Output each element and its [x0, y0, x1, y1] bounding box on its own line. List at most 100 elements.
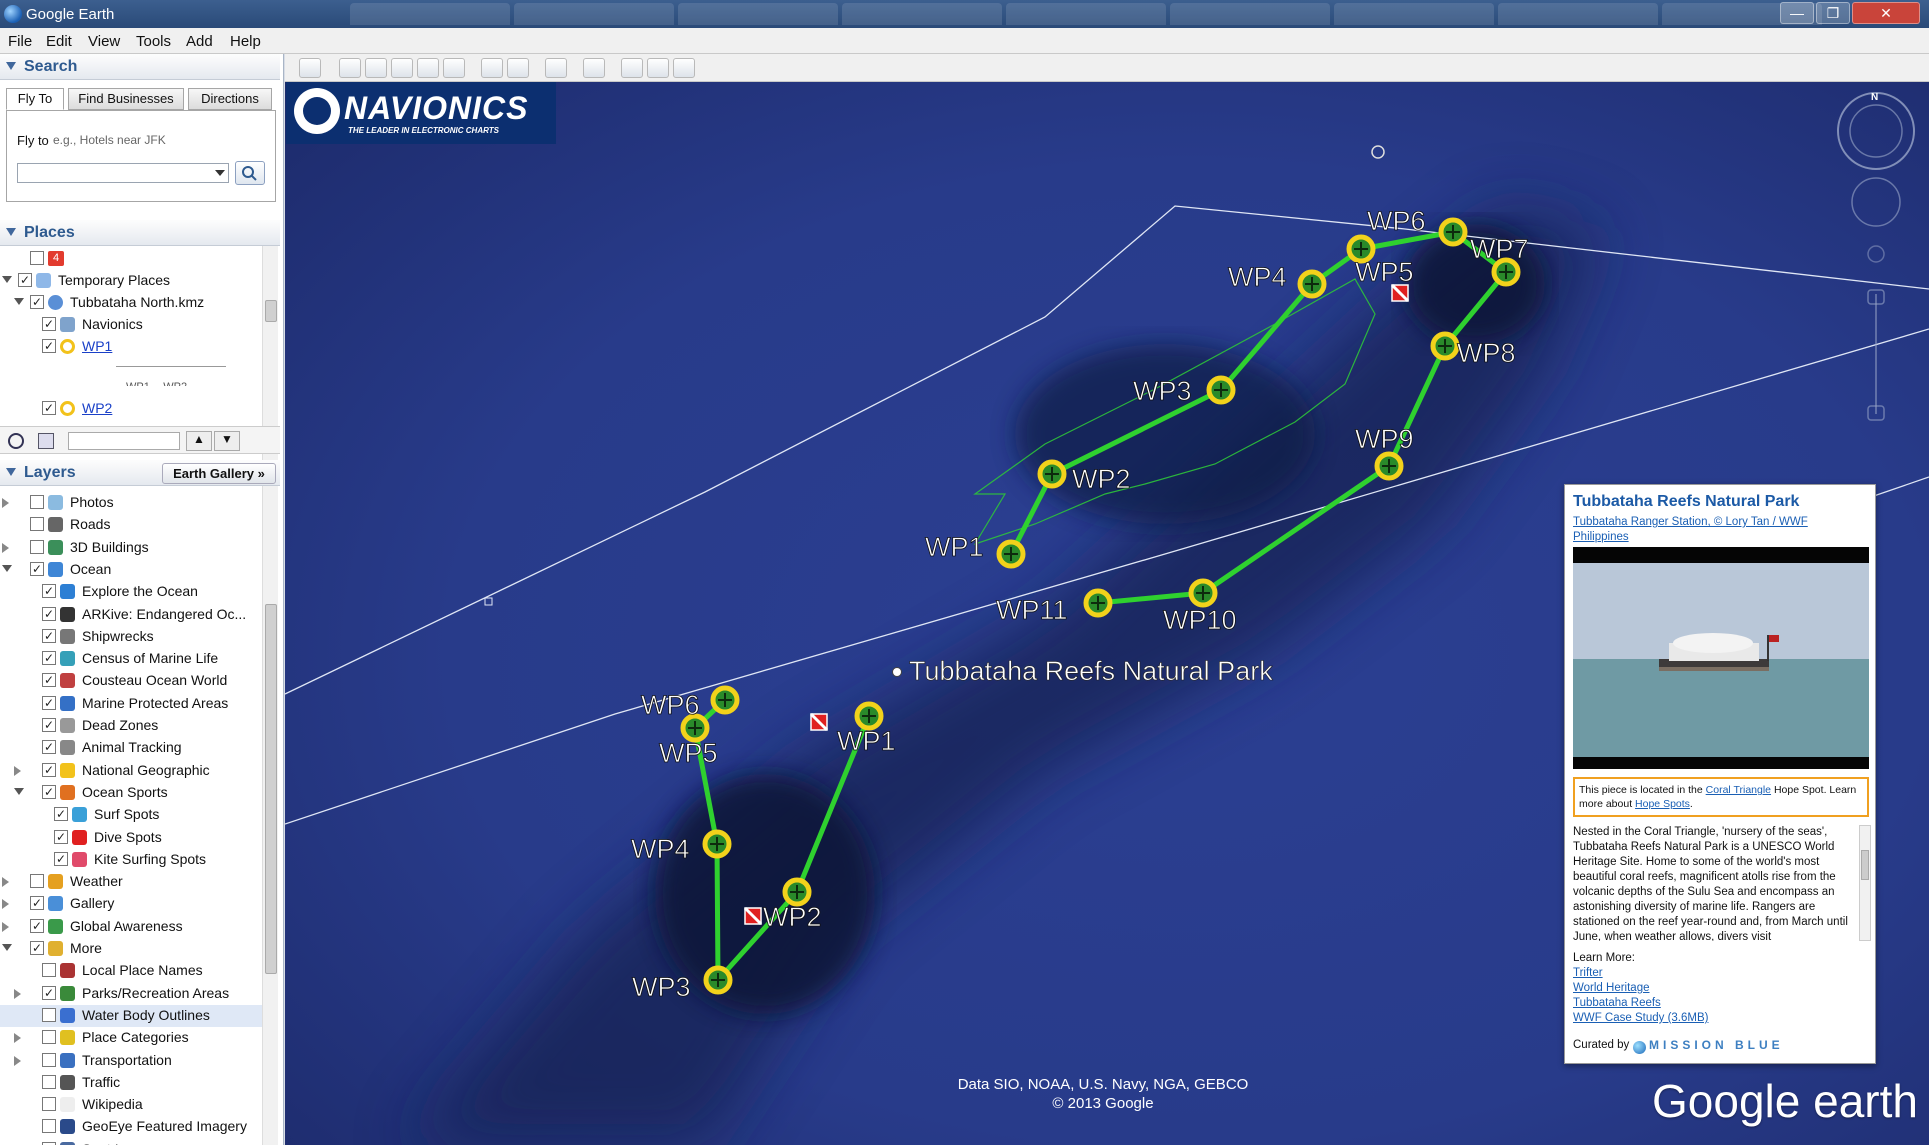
panel-toggle-icon[interactable] [38, 433, 54, 449]
layer-photos[interactable]: Photos [0, 492, 262, 514]
record-tour-icon[interactable] [443, 58, 465, 78]
waypoint-label[interactable]: WP4 [1228, 262, 1287, 293]
scroll-thumb[interactable] [265, 300, 277, 322]
layer-marine-protected-areas[interactable]: ✓ Marine Protected Areas [0, 693, 262, 715]
move-up-button[interactable]: ▲ [186, 431, 212, 451]
description-scrollbar[interactable] [1859, 825, 1871, 941]
checkbox[interactable]: ✓ [30, 295, 44, 309]
layer-wikipedia[interactable]: Wikipedia [0, 1094, 262, 1116]
scroll-thumb[interactable] [1861, 850, 1869, 880]
layer-cousteau-ocean-world[interactable]: ✓ Cousteau Ocean World [0, 670, 262, 692]
layer-place-categories[interactable]: Place Categories [0, 1027, 262, 1049]
layers-scrollbar[interactable] [262, 486, 278, 1145]
places-header[interactable]: Places [0, 220, 280, 246]
fly-to-input[interactable] [17, 163, 229, 183]
tree-row-wp1[interactable]: ✓ WP1 [0, 336, 262, 358]
photo-credit-link[interactable]: Tubbataha Ranger Station, © Lory Tan / W… [1573, 515, 1833, 545]
waypoint-label[interactable]: WP6 [641, 690, 700, 721]
waypoint-label[interactable]: WP2 [1072, 464, 1131, 495]
waypoint-label[interactable]: WP3 [1133, 376, 1192, 407]
waypoint-label[interactable]: WP8 [1457, 338, 1516, 369]
layer-shipwrecks[interactable]: ✓ Shipwrecks [0, 626, 262, 648]
dropdown-arrow-icon[interactable] [215, 170, 225, 176]
layer-water-body-outlines[interactable]: Water Body Outlines [0, 1004, 262, 1027]
tab-directions[interactable]: Directions [188, 88, 272, 110]
menu-add[interactable]: Add [186, 33, 213, 50]
waypoint-label[interactable]: WP4 [631, 834, 690, 865]
layer-ocean-sports[interactable]: ✓ Ocean Sports [0, 782, 262, 804]
layer-checkbox[interactable]: ✓ [42, 628, 56, 643]
tree-row-wp2[interactable]: ✓ WP2 [0, 398, 262, 420]
layer-roads[interactable]: Roads [0, 514, 262, 536]
layer-surf-spots[interactable]: ✓ Surf Spots [0, 804, 262, 826]
layer-spot-image[interactable]: Spot Image [0, 1139, 262, 1145]
layer-checkbox[interactable]: ✓ [54, 829, 68, 844]
minimize-button[interactable]: — [1780, 2, 1814, 24]
north-waypoint-3[interactable]: WP3 [1133, 375, 1236, 407]
layer-3d-buildings[interactable]: 3D Buildings [0, 537, 262, 559]
expand-triangle-icon[interactable] [14, 765, 21, 776]
expand-triangle-icon[interactable] [14, 298, 24, 305]
search-button[interactable] [235, 161, 265, 185]
close-button[interactable]: ✕ [1852, 2, 1920, 24]
park-placemark-icon[interactable] [892, 667, 902, 677]
expand-triangle-icon[interactable] [14, 1055, 21, 1066]
hope-spots-link[interactable]: Hope Spots [1635, 798, 1690, 810]
menu-file[interactable]: File [8, 33, 32, 50]
layer-gallery[interactable]: ✓ Gallery [0, 893, 262, 915]
tab-fly-to[interactable]: Fly To [6, 88, 64, 110]
layer-checkbox[interactable]: ✓ [42, 673, 56, 688]
waypoint-label[interactable]: WP6 [1367, 206, 1426, 237]
layer-arkive-endangered-oc[interactable]: ✓ ARKive: Endangered Oc... [0, 604, 262, 626]
layer-checkbox[interactable]: ✓ [42, 606, 56, 621]
waypoint-label[interactable]: WP9 [1355, 424, 1414, 455]
print-icon[interactable] [647, 58, 669, 78]
collapse-triangle-icon[interactable] [2, 564, 12, 572]
layer-checkbox[interactable] [42, 1074, 56, 1089]
layer-checkbox[interactable]: ✓ [30, 896, 44, 911]
layer-checkbox[interactable]: ✓ [30, 918, 44, 933]
search-icon[interactable] [8, 433, 24, 449]
tree-row-temporary-places[interactable]: ✓ Temporary Places [0, 270, 262, 292]
tree-row-navionics[interactable]: ✓ Navionics [0, 314, 262, 336]
expand-triangle-icon[interactable] [14, 1033, 21, 1044]
search-header[interactable]: Search [0, 54, 280, 80]
waypoint-label[interactable]: WP5 [1355, 257, 1414, 288]
layer-transportation[interactable]: Transportation [0, 1050, 262, 1072]
waypoint-label[interactable]: WP1 [925, 532, 984, 563]
placemark-link[interactable]: WP1 [82, 338, 112, 354]
layer-parks-recreation-areas[interactable]: ✓ Parks/Recreation Areas [0, 983, 262, 1005]
layer-checkbox[interactable] [42, 1052, 56, 1067]
checkbox[interactable]: ✓ [18, 273, 32, 287]
layer-checkbox[interactable] [30, 517, 44, 532]
layer-checkbox[interactable]: ✓ [30, 561, 44, 576]
checkbox[interactable]: ✓ [42, 401, 56, 415]
park-label[interactable]: Tubbataha Reefs Natural Park [909, 656, 1274, 687]
menu-tools[interactable]: Tools [136, 33, 171, 50]
scroll-thumb[interactable] [265, 604, 277, 974]
add-polygon-icon[interactable] [365, 58, 387, 78]
learn-more-link[interactable]: WWF Case Study (3.6MB) [1573, 1011, 1708, 1026]
layer-ocean[interactable]: ✓ Ocean [0, 559, 262, 581]
ruler-icon[interactable] [583, 58, 605, 78]
layer-checkbox[interactable] [30, 495, 44, 509]
layer-animal-tracking[interactable]: ✓ Animal Tracking [0, 737, 262, 759]
earth-gallery-button[interactable]: Earth Gallery » [162, 463, 276, 484]
maximize-button[interactable]: ❐ [1816, 2, 1850, 24]
layer-checkbox[interactable]: ✓ [42, 718, 56, 732]
layer-checkbox[interactable] [30, 539, 44, 554]
expand-triangle-icon[interactable] [2, 276, 12, 283]
save-image-icon[interactable] [673, 58, 695, 78]
layer-checkbox[interactable]: ✓ [54, 807, 68, 822]
layer-local-place-names[interactable]: Local Place Names [0, 960, 262, 982]
expand-triangle-icon[interactable] [2, 542, 9, 553]
historical-imagery-icon[interactable] [481, 58, 503, 78]
tree-row-tubbataha-kmz[interactable]: ✓ Tubbataha North.kmz [0, 292, 262, 314]
layer-dead-zones[interactable]: ✓ Dead Zones [0, 715, 262, 737]
expand-triangle-icon[interactable] [2, 877, 9, 888]
layer-more[interactable]: ✓ More [0, 938, 262, 960]
tab-find-businesses[interactable]: Find Businesses [68, 88, 184, 110]
places-filter-input[interactable] [68, 432, 180, 450]
layer-dive-spots[interactable]: ✓ Dive Spots [0, 827, 262, 849]
layer-traffic[interactable]: Traffic [0, 1072, 262, 1094]
